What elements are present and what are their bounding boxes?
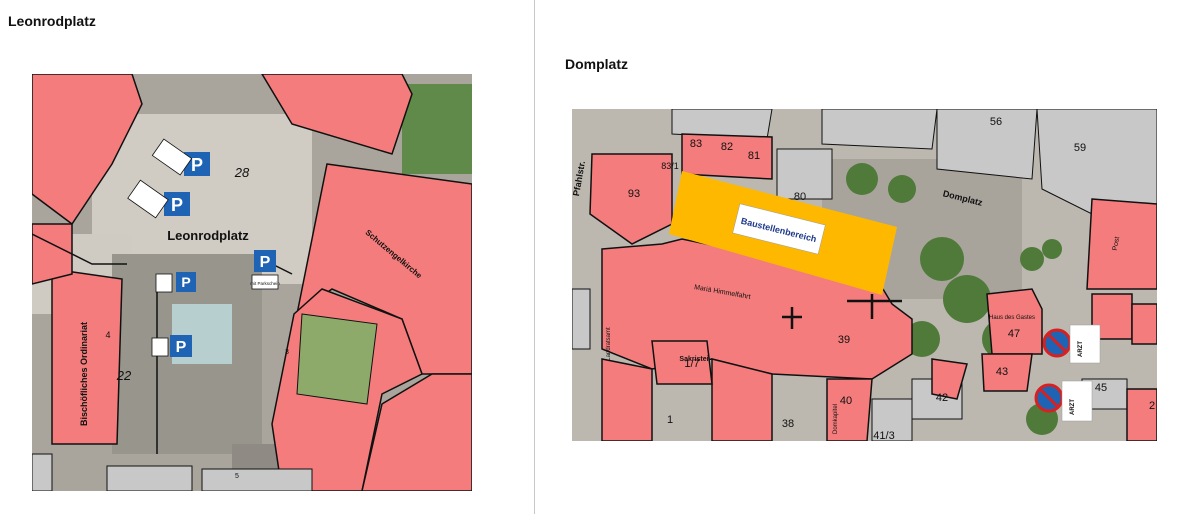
parking-sign: P [164,192,190,216]
parcel-number: 4 [105,330,110,340]
parcel-number: 2 [1149,400,1155,412]
parking-sign: P [254,250,276,272]
svg-text:P: P [181,274,190,290]
parcel-number: 40 [840,395,852,407]
parking-sign: P [170,335,192,357]
svg-text:ARZT: ARZT [1070,399,1076,415]
parcel-number: 41/3 [873,430,894,441]
left-map-title: Leonrodplatz [8,13,96,29]
parking-sign: P [176,272,196,292]
parcel-number: 83/1 [661,161,679,171]
parcel-number: 28 [234,165,250,180]
parcel-number: 47 [1008,328,1020,340]
parcel-number: 59 [1074,142,1086,154]
svg-text:P: P [191,155,203,175]
building-label: Haus des Gastes [989,315,1035,321]
svg-text:P: P [171,195,183,215]
parcel-number: 22 [116,368,132,383]
svg-text:P: P [176,339,187,356]
parcel-number: 43 [996,366,1008,378]
parcel-number: 80 [794,191,806,203]
right-map-title: Domplatz [565,56,628,72]
parcel-number: 93 [628,188,640,200]
building-label: Domkapitel [833,404,839,434]
parcel-number: 39 [838,334,850,346]
parcel-number: 82 [721,141,733,153]
parcel-number: 38 [782,418,794,430]
building-label: Bischöfliches Ordinariat [79,322,89,426]
leonrodplatz-map: P P P P P mit Parkschein 28 Leonrodplatz… [32,74,472,491]
section-divider [534,0,535,514]
parcel-number: 3 [285,349,289,356]
parcel-number: 5 [235,473,239,480]
building-label: Sakristei [679,356,708,363]
parcel-number: 45 [1095,382,1107,394]
parcel-number: 1 [667,414,673,426]
domplatz-map: Baustellenbereich ARZT ARZT 93 83 82 81 … [572,109,1157,441]
mit-parkschein-sign: mit Parkschein [250,281,280,286]
parcel-number: 81 [748,150,760,162]
building-label: Landratsamt [606,327,612,361]
parcel-number: 83 [690,138,702,150]
parcel-number: 56 [990,116,1002,128]
place-label: Leonrodplatz [167,228,249,243]
svg-text:ARZT: ARZT [1078,341,1084,357]
svg-text:P: P [260,254,271,271]
parcel-number: 42 [936,392,948,404]
